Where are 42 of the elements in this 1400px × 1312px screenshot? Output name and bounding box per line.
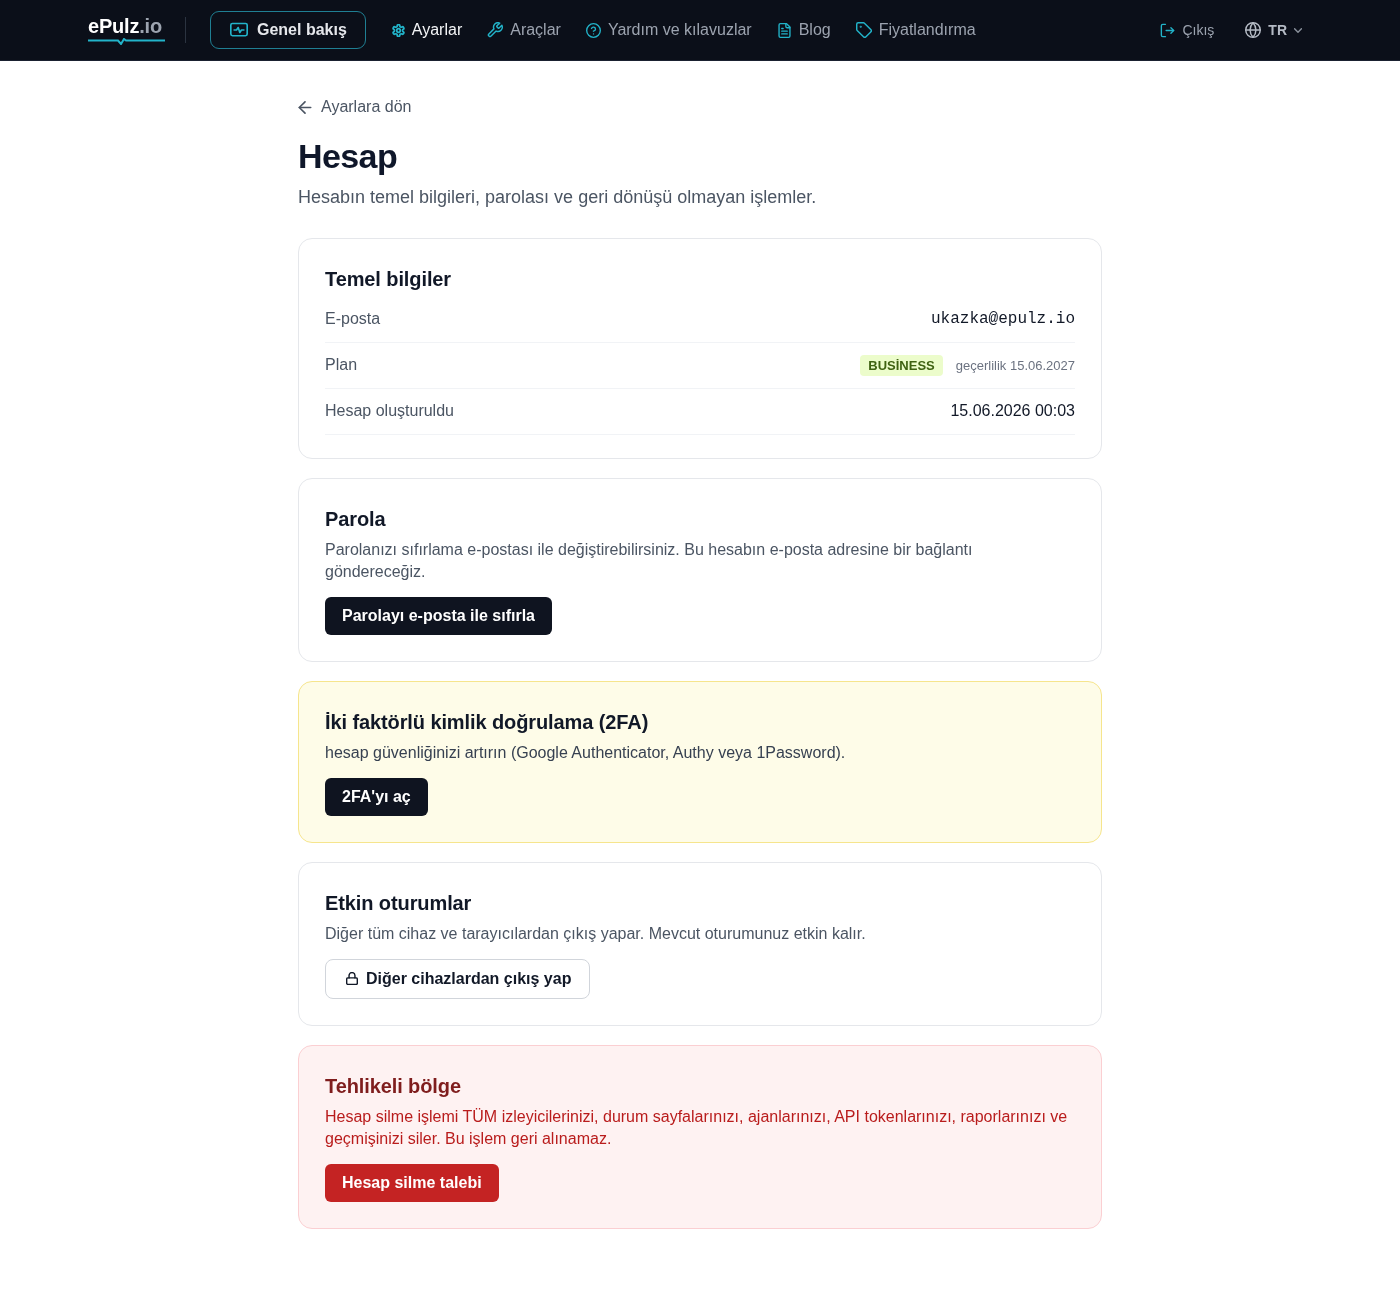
field-label: Plan [325,356,358,374]
document-icon [776,22,792,38]
help-icon [585,22,601,38]
field-value: 15.06.2026 00:03 [950,402,1075,420]
field-label: E-posta [325,310,381,328]
chevron-down-icon [1294,27,1302,33]
field-value: ukazka@epulz.io [930,310,1075,328]
page-subtitle: Hesabın temel bilgileri, parolası ve geri dönüşü olmayan işlemler. [298,185,818,209]
logout-icon [1160,22,1176,38]
card-description: Hesap silme işlemi TÜM izleyicilerinizi, durum sayfalarınızı, ajanlarınızı, API tokenlarınızı, raporlarınızı ve geçmişinizi siler. Bu işlem geri alınamaz. [325,1106,1069,1149]
wrench-icon [487,22,504,38]
plan-badge: BUSİNESS [860,354,943,376]
outline-button[interactable]: Diğer cihazlardan çıkış yap [325,958,591,999]
nav-link[interactable]: Ayarlar [391,21,463,39]
field-label: Hesap oluşturuldu [325,402,454,420]
globe-icon [1245,22,1262,38]
card-title: İki faktörlü kimlik doğrulama (2FA) [325,709,650,735]
danger-button[interactable]: Hesap silme talebi [325,1163,499,1202]
action-button[interactable]: Parolayı e-posta ile sıfırla [325,596,552,635]
lock-icon [346,972,358,985]
card-title: Temel bilgiler [325,266,453,292]
card-title: Tehlikeli bölge [325,1073,462,1099]
card-description: Parolanızı sıfırlama e-postası ile değiştirebilirsiniz. Bu hesabın e-posta adresine bir bağlantı göndereceğiz. [325,539,974,582]
logout-link[interactable]: Çıkış [1160,22,1215,38]
language-selector[interactable]: TR [1245,22,1302,38]
logo[interactable]: ePulz.io [88,15,165,45]
nav-link[interactable]: Araçlar [487,21,561,39]
field-note: geçerlilik 15.06.2027 [955,357,1075,373]
action-button[interactable]: 2FA'yı aç [325,777,428,816]
nav-link[interactable]: Fiyatlandırma [855,21,976,39]
nav-link[interactable]: Yardım ve kılavuzlar [585,21,752,39]
nav-link[interactable]: Blog [776,21,831,39]
card-description: Diğer tüm cihaz ve tarayıcılardan çıkış yapar. Mevcut oturumunuz etkin kalır. [325,923,867,944]
card-description: hesap güvenliğinizi artırın (Google Authenticator, Authy veya 1Password). [325,742,847,763]
tag-icon [855,22,872,38]
card-title: Etkin oturumlar [325,890,473,916]
overview-button[interactable]: Genel bakış [210,11,366,49]
back-link[interactable]: Ayarlara dön [298,97,412,117]
card-title: Parola [325,506,387,532]
monitor-icon [230,21,248,39]
page-title: Hesap [298,135,399,176]
settings-icon [391,23,405,37]
